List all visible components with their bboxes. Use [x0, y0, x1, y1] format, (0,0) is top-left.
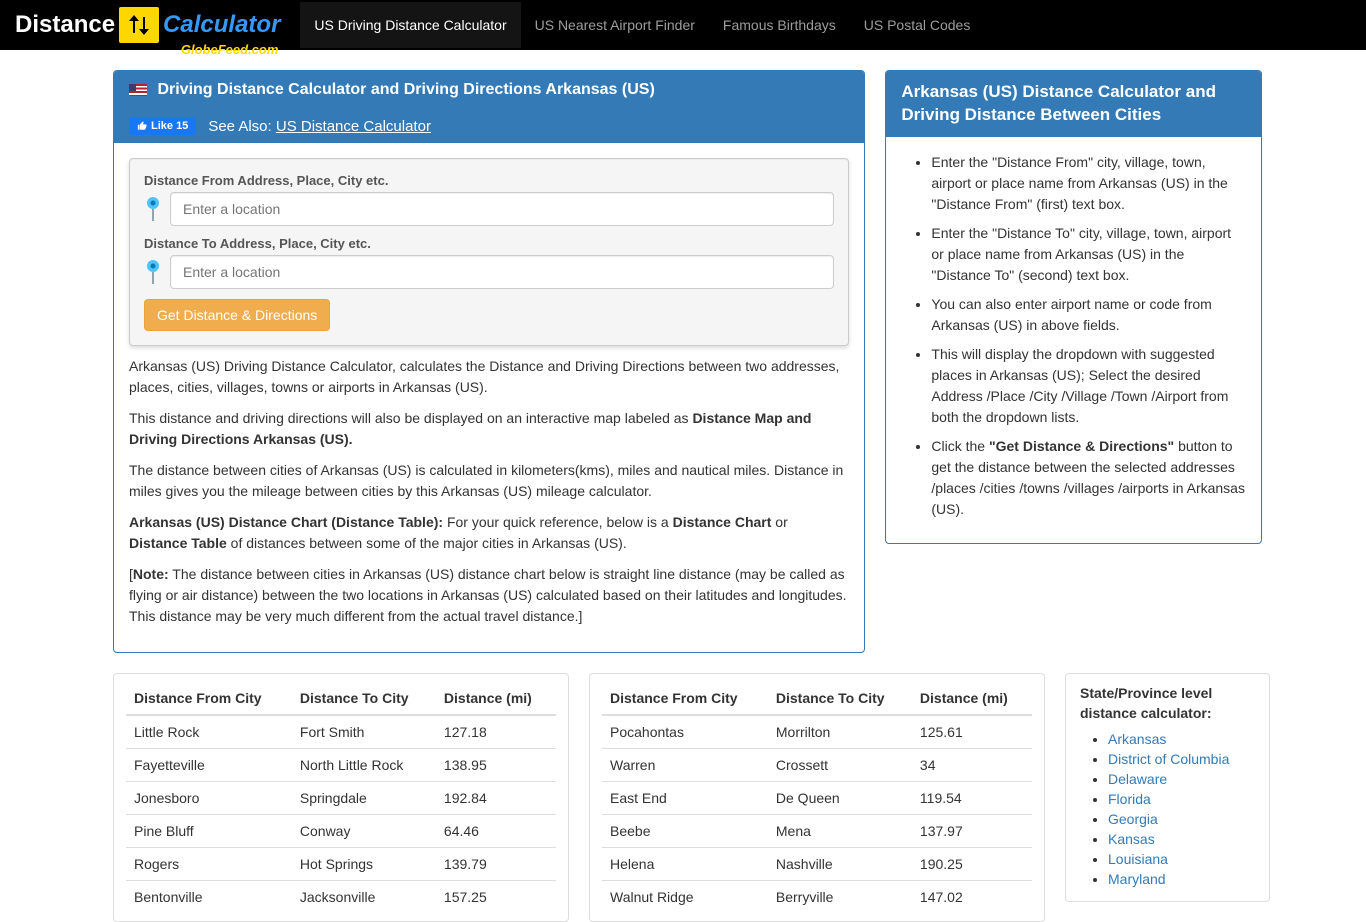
see-also: See Also: US Distance Calculator	[208, 118, 431, 135]
instructions-panel: Arkansas (US) Distance Calculator and Dr…	[885, 70, 1261, 544]
table-row: Walnut RidgeBerryville147.02	[602, 881, 1032, 914]
facebook-like-button[interactable]: Like 15	[129, 117, 196, 135]
th-to: Distance To City	[292, 682, 436, 715]
main-panel: Driving Distance Calculator and Driving …	[113, 70, 865, 653]
state-heading: State/Province level distance calculator…	[1080, 684, 1255, 723]
th-from: Distance From City	[602, 682, 768, 715]
state-list: Arkansas District of Columbia Delaware Flor…	[1080, 731, 1255, 887]
list-item: You can also enter airport name or code …	[931, 294, 1245, 336]
list-item: Enter the "Distance To" city, village, t…	[931, 223, 1245, 286]
list-item: Louisiana	[1108, 851, 1255, 867]
nav-link[interactable]: US Driving Distance Calculator	[300, 2, 520, 48]
navbar: Distance Calculator GlobeFeed.com US Dri…	[0, 0, 1366, 50]
instructions-list: Enter the "Distance From" city, village,…	[901, 152, 1245, 520]
distance-from-input[interactable]	[170, 192, 834, 226]
table-row: WarrenCrossett34	[602, 749, 1032, 782]
state-link[interactable]: Arkansas	[1108, 731, 1166, 747]
brand-text-1: Distance	[15, 11, 115, 39]
state-link[interactable]: Maryland	[1108, 871, 1166, 887]
brand-logo[interactable]: Distance Calculator GlobeFeed.com	[15, 7, 280, 43]
instructions-heading: Arkansas (US) Distance Calculator and Dr…	[886, 71, 1260, 137]
table-row: BeebeMena137.97	[602, 815, 1032, 848]
brand-subtitle: GlobeFeed.com	[181, 42, 279, 57]
table-row: BentonvilleJacksonville157.25	[126, 881, 556, 914]
state-link[interactable]: District of Columbia	[1108, 751, 1229, 767]
table-row: RogersHot Springs139.79	[126, 848, 556, 881]
nav-link[interactable]: US Nearest Airport Finder	[521, 2, 709, 48]
us-flag-icon	[129, 84, 147, 96]
description: Arkansas (US) Driving Distance Calculato…	[129, 356, 849, 627]
list-item: Maryland	[1108, 871, 1255, 887]
th-dist: Distance (mi)	[436, 682, 556, 715]
table-row: Little RockFort Smith127.18	[126, 715, 556, 749]
table-row: PocahontasMorrilton125.61	[602, 715, 1032, 749]
table-row: JonesboroSpringdale192.84	[126, 782, 556, 815]
list-item: Georgia	[1108, 811, 1255, 827]
list-item: This will display the dropdown with sugg…	[931, 344, 1245, 428]
pin-icon	[144, 195, 162, 223]
state-link[interactable]: Delaware	[1108, 771, 1167, 787]
distance-table-2: Distance From City Distance To City Dist…	[589, 673, 1045, 922]
nav-link[interactable]: US Postal Codes	[850, 2, 985, 48]
list-item: Delaware	[1108, 771, 1255, 787]
to-label: Distance To Address, Place, City etc.	[144, 236, 834, 251]
table-row: FayettevilleNorth Little Rock138.95	[126, 749, 556, 782]
th-from: Distance From City	[126, 682, 292, 715]
list-item: Click the "Get Distance & Directions" bu…	[931, 436, 1245, 520]
arrows-icon	[119, 7, 159, 43]
state-link[interactable]: Louisiana	[1108, 851, 1168, 867]
th-dist: Distance (mi)	[912, 682, 1032, 715]
main-heading: Driving Distance Calculator and Driving …	[114, 71, 864, 109]
list-item: Enter the "Distance From" city, village,…	[931, 152, 1245, 215]
pin-icon	[144, 258, 162, 286]
state-links-panel: State/Province level distance calculator…	[1065, 673, 1270, 902]
distance-to-input[interactable]	[170, 255, 834, 289]
brand-text-2: Calculator	[163, 11, 280, 39]
get-distance-button[interactable]: Get Distance & Directions	[144, 299, 330, 331]
th-to: Distance To City	[768, 682, 912, 715]
from-label: Distance From Address, Place, City etc.	[144, 173, 834, 188]
list-item: Florida	[1108, 791, 1255, 807]
list-item: Kansas	[1108, 831, 1255, 847]
table-row: HelenaNashville190.25	[602, 848, 1032, 881]
state-link[interactable]: Florida	[1108, 791, 1151, 807]
table-row: Pine BluffConway64.46	[126, 815, 556, 848]
table-row: East EndDe Queen119.54	[602, 782, 1032, 815]
distance-table-1: Distance From City Distance To City Dist…	[113, 673, 569, 922]
list-item: District of Columbia	[1108, 751, 1255, 767]
state-link[interactable]: Kansas	[1108, 831, 1155, 847]
nav-links: US Driving Distance CalculatorUS Nearest…	[300, 2, 984, 48]
state-link[interactable]: Georgia	[1108, 811, 1158, 827]
thumbs-up-icon	[137, 121, 147, 131]
nav-link[interactable]: Famous Birthdays	[709, 2, 850, 48]
list-item: Arkansas	[1108, 731, 1255, 747]
search-form: Distance From Address, Place, City etc. …	[129, 158, 849, 346]
see-also-link[interactable]: US Distance Calculator	[276, 118, 431, 135]
see-also-bar: Like 15 See Also: US Distance Calculator	[114, 109, 864, 143]
page-title: Driving Distance Calculator and Driving …	[157, 81, 654, 98]
